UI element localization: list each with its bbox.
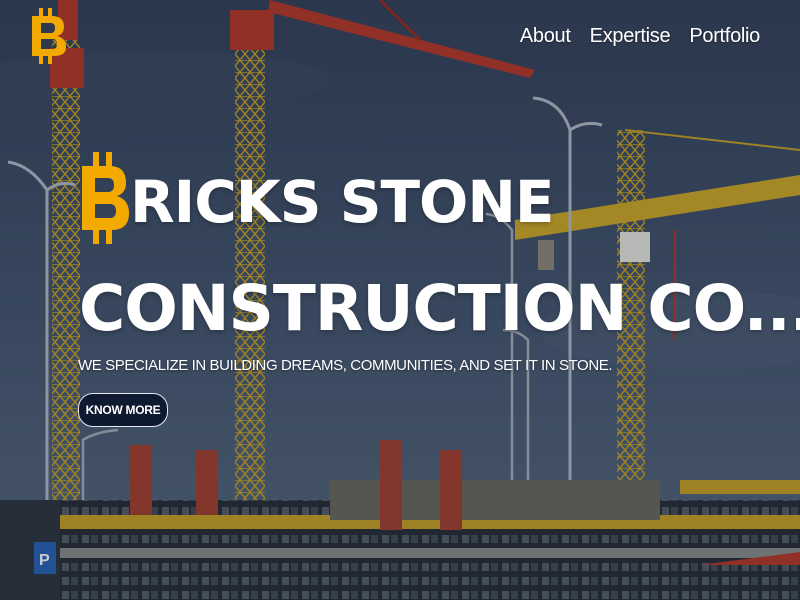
hero-title-line-2: CONSTRUCTION CO... [79, 272, 800, 345]
bitcoin-b-icon [82, 152, 129, 244]
hero-title-line-1: RICKS STONE [130, 168, 555, 236]
main-nav: About Expertise Portfolio [520, 25, 760, 48]
nav-link-about[interactable]: About [520, 25, 571, 48]
bitcoin-logo-icon[interactable] [28, 4, 68, 68]
hero-tagline: WE SPECIALIZE IN BUILDING DREAMS, COMMUN… [78, 357, 613, 374]
know-more-button[interactable]: KNOW MORE [78, 393, 168, 427]
nav-link-expertise[interactable]: Expertise [590, 25, 671, 48]
nav-link-portfolio[interactable]: Portfolio [689, 25, 760, 48]
